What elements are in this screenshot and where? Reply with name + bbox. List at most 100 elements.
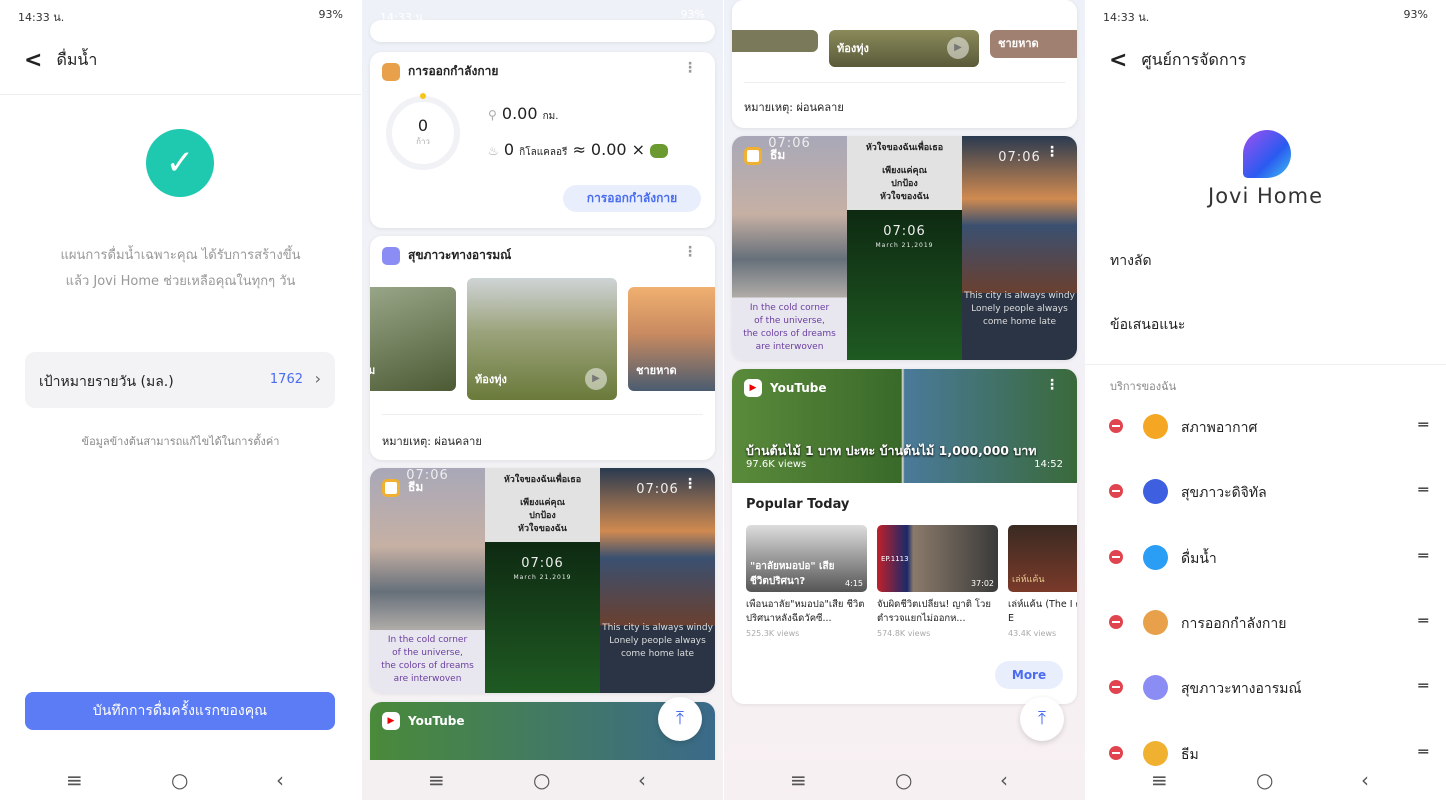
drag-handle-icon[interactable]: ═ (1418, 546, 1428, 565)
drag-handle-icon[interactable]: ═ (1418, 676, 1428, 695)
status-time: 14:33 น. (1103, 11, 1150, 24)
food-icon (650, 143, 669, 158)
more-options-icon[interactable]: ⋮ (1045, 144, 1059, 160)
page-title: ดื่มน้ำ (56, 50, 98, 69)
poem-left: In the cold corner of the universe, the co… (381, 635, 474, 684)
drag-handle-icon[interactable]: ═ (1418, 611, 1428, 630)
service-item[interactable]: สุขภาวะดิจิทัล ═ (1085, 476, 1446, 506)
status-bar: 14:33 น. 93% (1103, 8, 1428, 24)
service-label: สุขภาวะดิจิทัล (1181, 485, 1267, 502)
back-nav-icon[interactable]: ‹ (276, 768, 284, 792)
service-item[interactable]: ดื่มน้ำ ═ (1085, 542, 1446, 572)
youtube-card[interactable]: บ้านต้นไม้ 1 บาท ปะทะ บ้านต้นไม้ 1,000,0… (732, 369, 1077, 704)
meadow-thumb[interactable]: ท้องทุ่ง ▶ (829, 30, 979, 67)
drag-handle-icon[interactable]: ═ (1418, 415, 1428, 434)
remove-icon[interactable] (1109, 419, 1123, 433)
remove-icon[interactable] (1109, 614, 1123, 629)
header: < ศูนย์การจัดการ (1109, 48, 1246, 73)
video-item[interactable]: "อาลัยหมอปอ" เสียชีวิตปริศนา? 4:15 เพื่อน… (746, 525, 867, 638)
mood-card[interactable]: สุขภาวะทางอารมณ์ ⋮ ม ท้องทุ่ง ▶ ชายหาด หม… (370, 236, 715, 460)
exercise-card[interactable]: การออกกำลังกาย ⋮ 0 ก้าว ⚲ 0.00 กม. ♨ 0 กิ… (370, 52, 715, 228)
more-options-icon[interactable]: ⋮ (1045, 377, 1059, 393)
scroll-to-top-button[interactable]: ⤒ (658, 697, 702, 741)
daily-goal-row[interactable]: เป้าหมายรายวัน (มล.) 1762 › (25, 352, 335, 408)
theme-card[interactable]: 07:06 In the cold corner of the universe, t… (732, 136, 1077, 360)
page-title: ศูนย์การจัดการ (1141, 50, 1247, 69)
beach-thumb[interactable]: ชายหาด (628, 287, 715, 391)
theme-card[interactable]: 07:06 In the cold corner of the universe, t… (370, 468, 715, 693)
shortcut-link[interactable]: ทางลัด (1110, 250, 1152, 272)
home-icon[interactable]: ○ (1256, 768, 1273, 792)
theme-ring-icon (744, 146, 762, 165)
back-nav-icon[interactable]: ‹ (1000, 768, 1008, 792)
remove-icon[interactable] (1109, 484, 1123, 499)
section-label: บริการของฉัน (1110, 380, 1177, 393)
menu-icon[interactable]: ≡ (1151, 768, 1168, 792)
more-options-icon[interactable]: ⋮ (683, 476, 697, 492)
drag-handle-icon[interactable]: ═ (1418, 480, 1428, 499)
sound-thumb[interactable]: ม (370, 287, 456, 391)
sound-wave-icon (382, 246, 400, 265)
service-item[interactable]: สภาพอากาศ ═ (1085, 411, 1446, 441)
more-options-icon[interactable]: ⋮ (683, 60, 697, 76)
service-label: สุขภาวะทางอารมณ์ (1181, 681, 1302, 698)
back-nav-icon[interactable]: ‹ (1361, 768, 1369, 792)
goal-label: เป้าหมายรายวัน (มล.) (39, 374, 174, 390)
record-first-drink-button[interactable]: บันทึกการดื่มครั้งแรกของคุณ (25, 692, 335, 730)
drag-handle-icon[interactable]: ═ (1418, 742, 1428, 761)
back-icon[interactable]: < (1109, 48, 1127, 73)
home-icon[interactable]: ○ (533, 768, 550, 792)
back-icon[interactable]: < (24, 48, 42, 73)
jovi-home-logo (1243, 130, 1291, 178)
logo-text: Jovi Home (1208, 184, 1323, 208)
weather-icon (1143, 414, 1168, 439)
goal-value: 1762 (269, 372, 303, 387)
success-message: แผนการดื่มน้ำเฉพาะคุณ ได้รับการสร้างขึ้น… (60, 248, 301, 289)
popular-heading: Popular Today (746, 497, 850, 512)
service-item[interactable]: การออกกำลังกาย ═ (1085, 607, 1446, 637)
calories: ♨ 0 กิโลแคลอรี ≈ 0.00 × (488, 140, 669, 160)
back-nav-icon[interactable]: ‹ (638, 768, 646, 792)
mood-card[interactable]: ท้องทุ่ง ▶ ชายหาด หมายเหตุ: ผ่อนคลาย (732, 0, 1077, 128)
youtube-icon: ▶ (744, 379, 762, 397)
theme-ring-icon (382, 478, 400, 497)
menu-icon[interactable]: ≡ (66, 768, 83, 792)
service-label: การออกกำลังกาย (1181, 615, 1287, 632)
card-title: ธีม (770, 148, 786, 162)
beach-thumb[interactable]: ชายหาด (990, 30, 1077, 58)
exercise-icon (382, 62, 400, 81)
status-bar: 14:33 น. 93% (18, 8, 343, 24)
card-title: YouTube (408, 714, 465, 728)
nav-bar: ≡ ○ ‹ (362, 760, 723, 800)
home-icon[interactable]: ○ (171, 768, 188, 792)
video-item[interactable]: เล่ห์แค้น เล่ห์แค้น (The I ตัวอย่างซีรีส… (1008, 525, 1077, 638)
jovi-home-feed-scrolled-screen: 14:33 น.93% ท้องทุ่ง▶ ชายหาด หมายเหตุ: ผ… (724, 0, 1085, 800)
scroll-to-top-button[interactable]: ⤒ (1020, 697, 1064, 741)
exercise-button[interactable]: การออกกำลังกาย (563, 185, 701, 212)
menu-icon[interactable]: ≡ (428, 768, 445, 792)
settings-hint: ข้อมูลข้างต้นสามารถแก้ไขได้ในการตั้งค่า (81, 435, 280, 448)
video-item[interactable]: EP.1113 37:02 จับผิดชีวิตเปลี่ยน! ญาติ โว… (877, 525, 998, 638)
nav-bar: ≡ ○ ‹ (1085, 760, 1446, 800)
nav-bar: ≡ ○ ‹ (724, 760, 1085, 800)
card-title: สุขภาวะทางอารมณ์ (408, 248, 512, 262)
more-options-icon[interactable]: ⋮ (683, 244, 697, 260)
remove-icon[interactable] (1109, 680, 1123, 695)
feedback-link[interactable]: ข้อเสนอแนะ (1110, 314, 1185, 336)
menu-icon[interactable]: ≡ (790, 768, 807, 792)
remove-icon[interactable] (1109, 745, 1123, 760)
divider (0, 94, 361, 95)
meadow-thumb[interactable]: ท้องทุ่ง ▶ (467, 278, 617, 400)
youtube-icon: ▶ (382, 712, 400, 730)
card-title: YouTube (770, 381, 827, 395)
more-button[interactable]: More (995, 661, 1063, 689)
home-icon[interactable]: ○ (895, 768, 912, 792)
service-item[interactable]: สุขภาวะทางอารมณ์ ═ (1085, 672, 1446, 702)
card-title: ธีม (408, 480, 424, 494)
progress-dot (420, 93, 426, 99)
status-time: 14:33 น. (18, 11, 65, 24)
distance: ⚲ 0.00 กม. (488, 104, 559, 123)
water-setup-screen: 14:33 น. 93% < ดื่มน้ำ ✓ แผนการดื่มน้ำเฉพา… (0, 0, 361, 800)
sound-thumb[interactable] (732, 30, 818, 52)
remove-icon[interactable] (1109, 549, 1123, 564)
